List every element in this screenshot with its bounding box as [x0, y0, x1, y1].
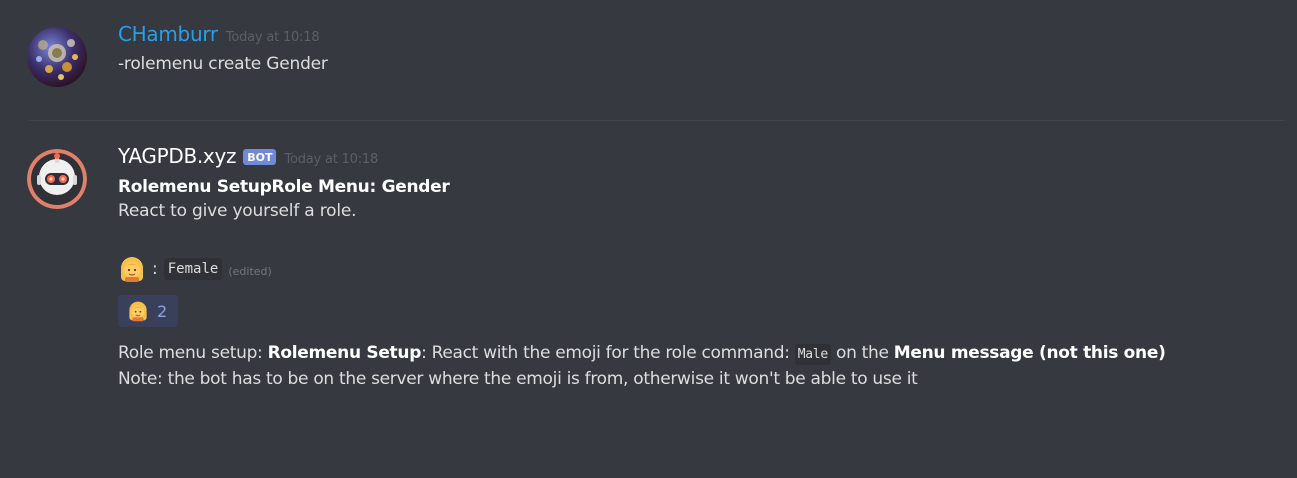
setup-code: Male	[794, 344, 831, 365]
setup-instructions: Role menu setup: Rolemenu Setup: React w…	[118, 341, 1228, 391]
robot-avatar-icon	[27, 149, 87, 209]
message-user: CHamburr Today at 10:18 -rolemenu create…	[0, 22, 1297, 102]
message-header: YAGPDB.xyz BOT Today at 10:18	[118, 144, 1257, 172]
setup-mid-text: : React with the emoji for the role comm…	[421, 343, 795, 363]
reaction-count: 2	[157, 301, 168, 321]
username[interactable]: YAGPDB.xyz	[118, 144, 237, 168]
avatar-yagpdb[interactable]	[27, 149, 87, 209]
message-content: YAGPDB.xyz BOT Today at 10:18 Rolemenu S…	[118, 144, 1257, 391]
bot-badge: BOT	[243, 149, 277, 165]
avatar-art-icon	[27, 27, 87, 87]
embed-title: Rolemenu SetupRole Menu: Gender	[118, 177, 450, 197]
timestamp[interactable]: Today at 10:18	[226, 30, 320, 45]
message-text: -rolemenu create Gender	[118, 54, 328, 74]
message-bot: YAGPDB.xyz BOT Today at 10:18 Rolemenu S…	[0, 144, 1297, 474]
setup-bold-menu: Menu message (not this one)	[893, 343, 1166, 363]
timestamp[interactable]: Today at 10:18	[284, 152, 378, 167]
chat-view: CHamburr Today at 10:18 -rolemenu create…	[0, 0, 1297, 478]
message-content: CHamburr Today at 10:18 -rolemenu create…	[118, 22, 1257, 76]
message-header: CHamburr Today at 10:18	[118, 22, 1257, 50]
setup-bold-title: Rolemenu Setup	[267, 343, 422, 363]
username[interactable]: CHamburr	[118, 22, 218, 46]
edited-label: (edited)	[228, 264, 272, 278]
option-separator: :	[152, 259, 158, 279]
role-option: : Female (edited)	[118, 253, 1257, 285]
woman-emoji-icon	[127, 300, 149, 322]
woman-emoji-icon	[118, 255, 146, 283]
avatar-chamburr[interactable]	[27, 27, 87, 87]
reaction-button[interactable]: 2	[118, 295, 179, 327]
message-divider	[28, 120, 1285, 121]
role-code: Female	[163, 258, 223, 280]
setup-prefix: Role menu setup:	[118, 343, 268, 363]
setup-note: Note: the bot has to be on the server wh…	[118, 369, 918, 389]
embed-description: React to give yourself a role.	[118, 201, 357, 221]
setup-mid-text-2: on the	[830, 343, 894, 363]
